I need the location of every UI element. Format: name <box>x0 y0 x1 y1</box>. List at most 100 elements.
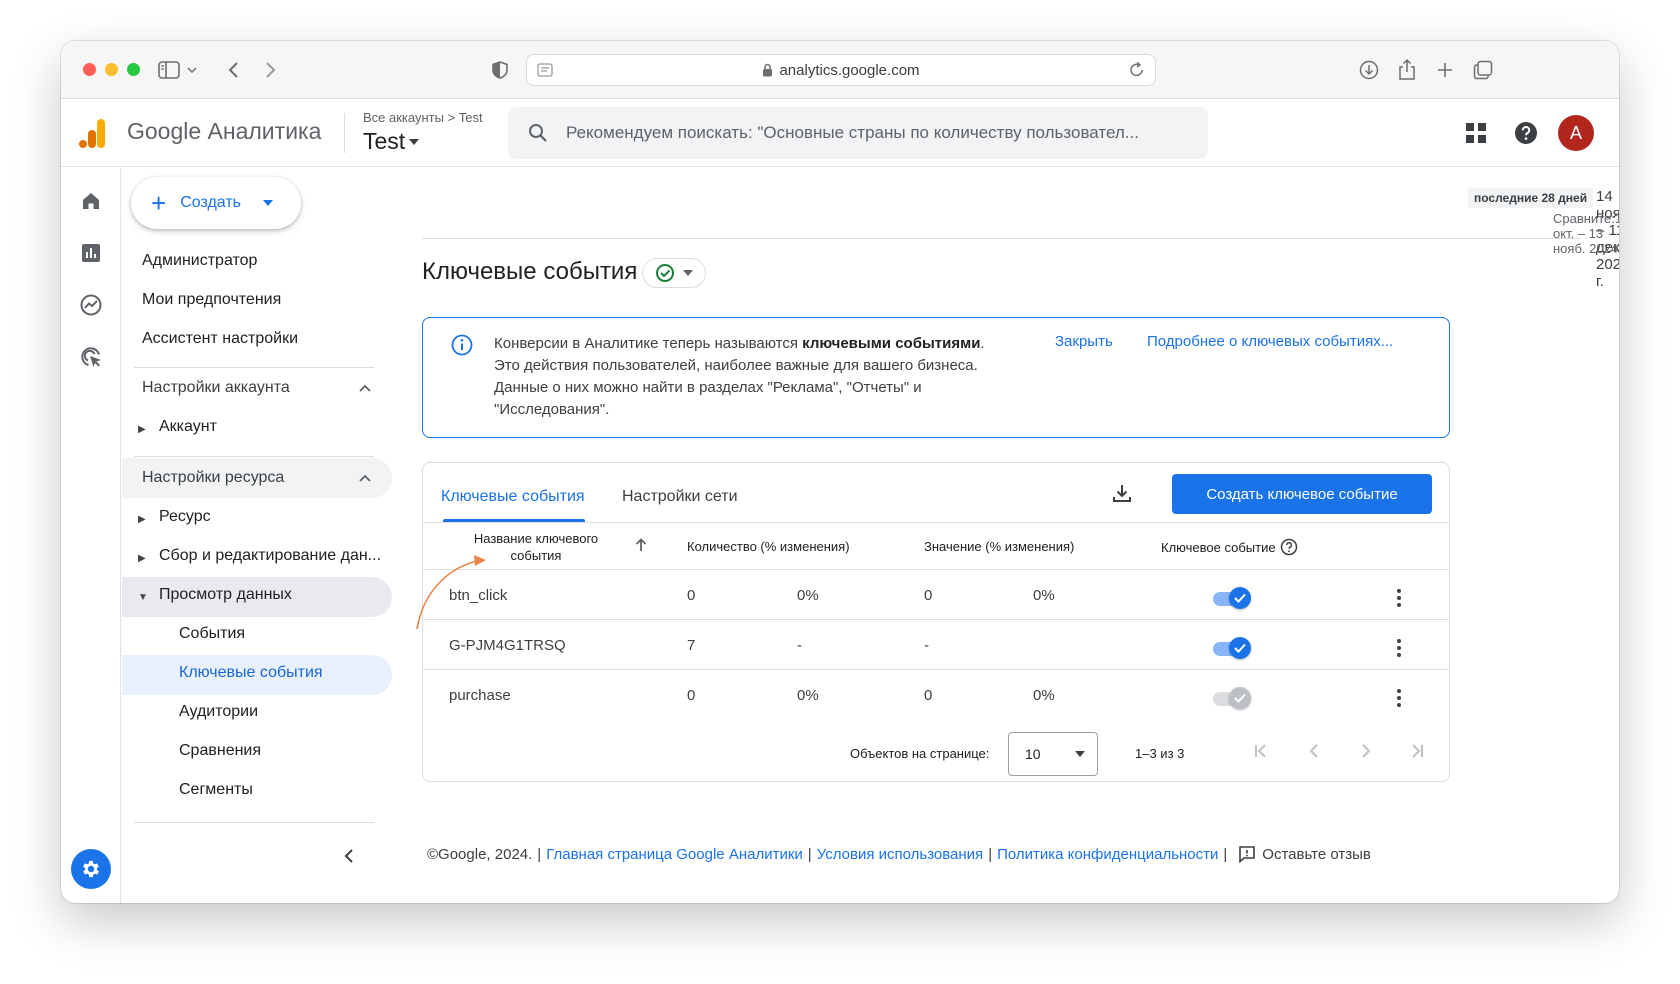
feedback-link[interactable]: Оставьте отзыв <box>1238 845 1371 863</box>
sidebar-item-events[interactable]: События <box>179 625 245 643</box>
avatar[interactable]: A <box>1558 115 1594 151</box>
collapse-sidebar-icon[interactable] <box>344 848 354 864</box>
row-2-qty: 7 <box>687 637 696 654</box>
create-label: Создать <box>180 194 241 211</box>
main-content: последние 28 дней 14 нояб. – 11 дек. 202… <box>422 168 1619 903</box>
property-selector[interactable]: Test <box>363 128 420 155</box>
row-2-more-icon[interactable] <box>1394 637 1404 659</box>
google-analytics-logo-icon[interactable] <box>77 117 107 149</box>
footer-link-terms[interactable]: Условия использования <box>817 846 984 863</box>
sidebar-item-resource[interactable]: Ресурс <box>159 508 211 526</box>
sort-arrow-up-icon[interactable] <box>635 538 647 552</box>
sidebar-item-setup-assistant[interactable]: Ассистент настройки <box>142 330 298 348</box>
share-icon[interactable] <box>1395 58 1419 82</box>
sidebar-item-admin[interactable]: Администратор <box>142 252 257 270</box>
download-icon[interactable] <box>1357 58 1381 82</box>
left-nav-rail <box>61 168 121 903</box>
collapse-triangle-icon[interactable]: ▼ <box>138 592 148 603</box>
new-tab-icon[interactable] <box>1433 58 1457 82</box>
row-1-key-event-toggle[interactable] <box>1211 587 1251 609</box>
back-icon[interactable] <box>221 58 245 82</box>
caret-down-icon <box>409 138 420 145</box>
column-header-value[interactable]: Значение (% изменения) <box>924 539 1074 554</box>
admin-sidebar: + Создать Администратор Мои предпочтения… <box>122 168 422 903</box>
download-icon[interactable] <box>1112 483 1132 508</box>
row-3-key-event-toggle[interactable] <box>1211 687 1251 709</box>
shield-icon[interactable] <box>488 58 512 82</box>
expand-triangle-icon[interactable]: ▶ <box>138 514 146 525</box>
sidebar-item-segments[interactable]: Сегменты <box>179 781 253 799</box>
breadcrumb[interactable]: Все аккаунты > Test <box>363 110 483 125</box>
sidebar-item-data-collection[interactable]: Сбор и редактирование дан... <box>159 547 381 565</box>
info-close-link[interactable]: Закрыть <box>1055 333 1113 350</box>
footer-link-privacy[interactable]: Политика конфиденциальности <box>997 846 1218 863</box>
first-page-icon[interactable] <box>1253 743 1269 759</box>
check-icon <box>1234 643 1246 653</box>
home-icon[interactable] <box>78 188 104 214</box>
key-events-card: Ключевые события Настройки сети Создать … <box>422 462 1450 782</box>
chevron-up-icon[interactable] <box>359 474 371 482</box>
row-divider <box>423 569 1449 570</box>
footer-link-ga-home[interactable]: Главная страница Google Аналитики <box>546 846 803 863</box>
last-page-icon[interactable] <box>1409 743 1425 759</box>
row-1-more-icon[interactable] <box>1394 587 1404 609</box>
tab-key-events[interactable]: Ключевые события <box>441 488 585 506</box>
reports-icon[interactable] <box>78 240 104 266</box>
status-chip[interactable] <box>642 258 706 288</box>
sidebar-item-audiences[interactable]: Аудитории <box>179 703 258 721</box>
info-text: Конверсии в Аналитике теперь называются … <box>494 335 985 418</box>
chevron-up-icon[interactable] <box>359 384 371 392</box>
chevron-down-icon[interactable] <box>185 58 199 82</box>
minimize-window-button[interactable] <box>105 63 118 76</box>
search-input[interactable]: Рекомендуем поискать: "Основные страны п… <box>508 107 1208 159</box>
reload-icon[interactable] <box>1129 61 1145 83</box>
column-header-key-event[interactable]: Ключевое событие <box>1161 538 1298 556</box>
column-header-name[interactable]: Название ключевого события <box>461 530 611 564</box>
row-2-name[interactable]: G-PJM4G1TRSQ <box>449 637 566 654</box>
property-name: Test <box>363 128 406 154</box>
header-divider <box>344 113 345 153</box>
next-page-icon[interactable] <box>1358 743 1374 759</box>
forward-icon[interactable] <box>259 58 283 82</box>
product-name[interactable]: Google Аналитика <box>127 118 321 145</box>
sidebar-item-data-view[interactable]: Просмотр данных <box>159 586 292 604</box>
sidebar-item-account[interactable]: Аккаунт <box>159 418 217 436</box>
expand-triangle-icon[interactable]: ▶ <box>138 553 146 564</box>
row-3-qty-change: 0% <box>797 687 819 704</box>
sidebar-section-resource[interactable]: Настройки ресурса <box>142 469 284 487</box>
page-size-select[interactable]: 10 <box>1008 732 1098 776</box>
sidebar-item-key-events[interactable]: Ключевые события <box>179 664 323 682</box>
date-preset-chip[interactable]: последние 28 дней <box>1468 188 1594 208</box>
zoom-window-button[interactable] <box>127 63 140 76</box>
close-window-button[interactable] <box>83 63 96 76</box>
help-circle-icon[interactable] <box>1280 538 1298 556</box>
tabs-overview-icon[interactable] <box>1471 58 1495 82</box>
address-bar[interactable]: analytics.google.com <box>526 54 1156 86</box>
create-key-event-button[interactable]: Создать ключевое событие <box>1172 474 1432 514</box>
sidebar-section-account[interactable]: Настройки аккаунта <box>142 379 290 397</box>
row-3-name[interactable]: purchase <box>449 687 511 704</box>
row-2-key-event-toggle[interactable] <box>1211 637 1251 659</box>
column-header-quantity[interactable]: Количество (% изменения) <box>687 539 850 554</box>
tab-network-settings[interactable]: Настройки сети <box>622 488 738 506</box>
explore-icon[interactable] <box>78 292 104 318</box>
row-1-name[interactable]: btn_click <box>449 587 507 604</box>
advertising-icon[interactable] <box>78 344 104 370</box>
admin-gear-button[interactable] <box>71 849 111 889</box>
reader-icon[interactable] <box>537 62 553 82</box>
expand-triangle-icon[interactable]: ▶ <box>138 424 146 435</box>
feedback-icon <box>1239 846 1256 863</box>
date-compare[interactable]: Сравните:17 окт. – 13 нояб. 2024 г. <box>1553 211 1619 256</box>
row-1-qty-change: 0% <box>797 587 819 604</box>
row-3-more-icon[interactable] <box>1394 687 1404 709</box>
info-more-link[interactable]: Подробнее о ключевых событиях... <box>1147 333 1393 350</box>
sidebar-toggle-icon[interactable] <box>157 58 181 82</box>
prev-page-icon[interactable] <box>1306 743 1322 759</box>
help-icon[interactable] <box>1511 118 1541 148</box>
sidebar-item-preferences[interactable]: Мои предпочтения <box>142 291 281 309</box>
apps-grid-icon[interactable] <box>1461 118 1491 148</box>
row-divider <box>423 619 1449 620</box>
caret-down-icon <box>263 200 273 206</box>
create-button[interactable]: + Создать <box>131 177 301 229</box>
sidebar-item-comparisons[interactable]: Сравнения <box>179 742 261 760</box>
